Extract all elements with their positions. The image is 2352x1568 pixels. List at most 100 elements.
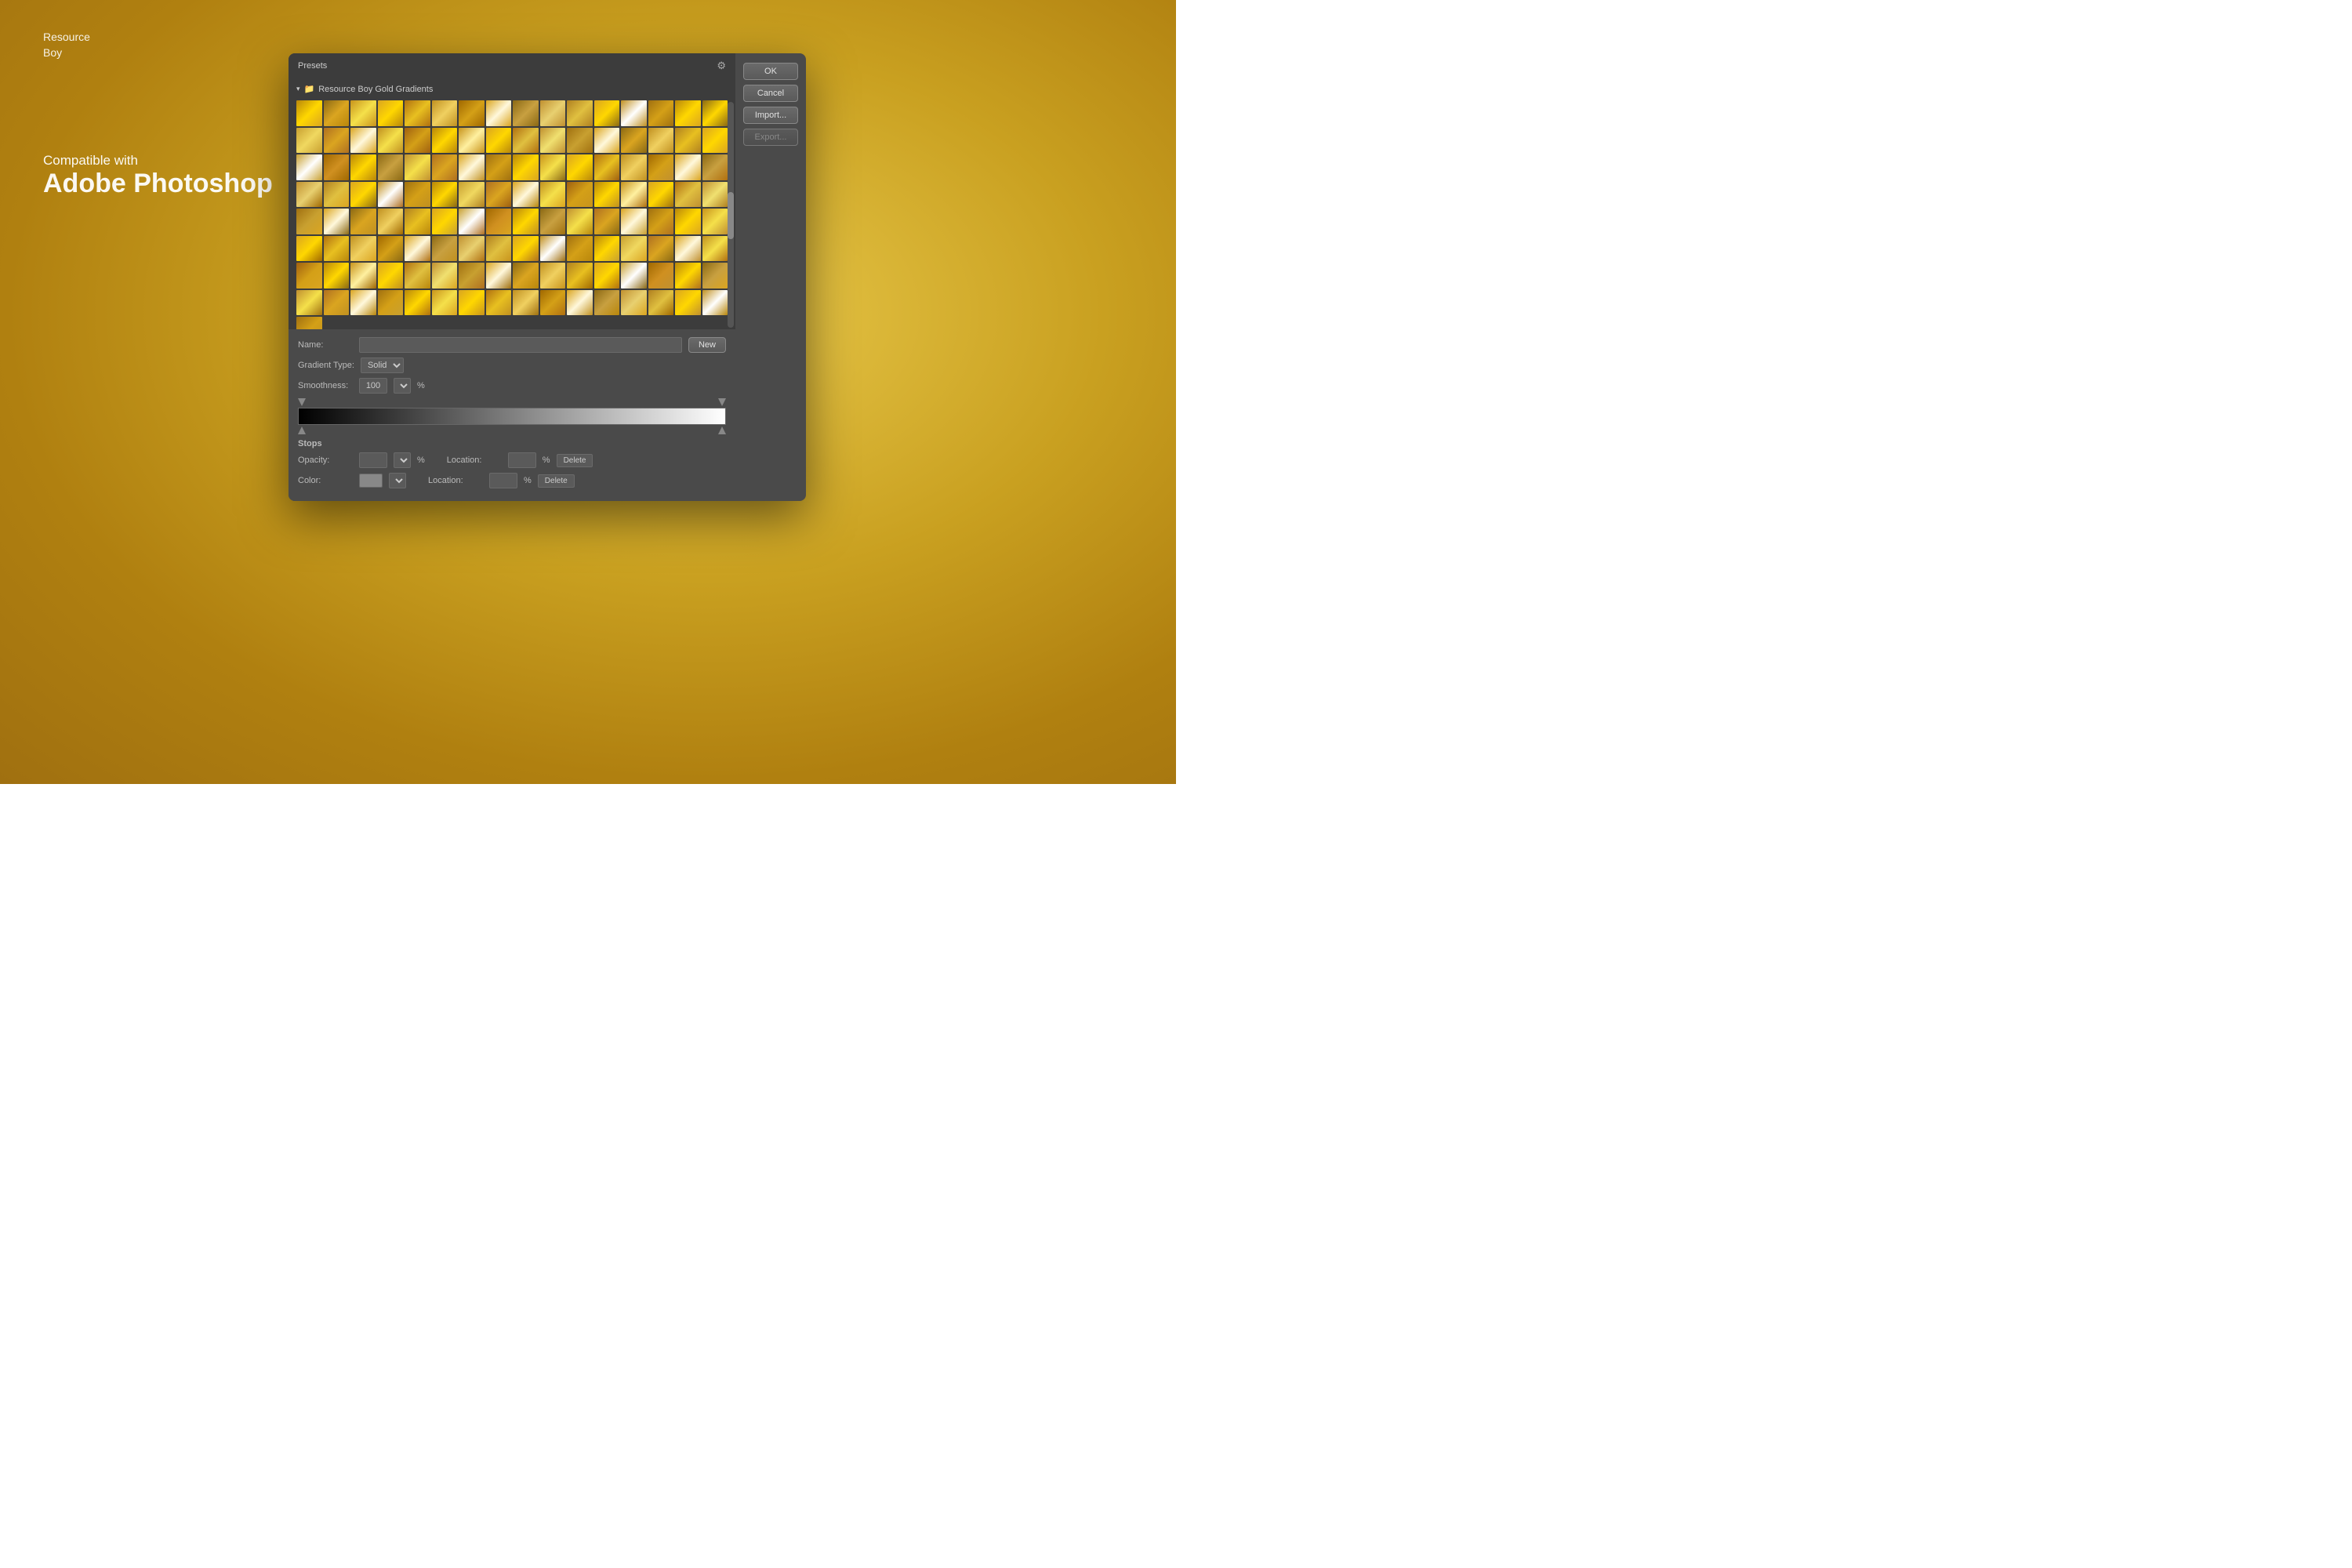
delete-opacity-button[interactable]: Delete — [557, 454, 593, 467]
gradient-swatch[interactable] — [621, 182, 647, 208]
opacity-handle-right[interactable] — [718, 398, 726, 406]
gradient-swatch[interactable] — [486, 100, 512, 126]
gradient-swatch[interactable] — [648, 290, 674, 316]
gradient-swatch[interactable] — [540, 182, 566, 208]
gradient-swatch[interactable] — [621, 128, 647, 154]
gradient-swatch[interactable] — [486, 182, 512, 208]
cancel-button[interactable]: Cancel — [743, 85, 798, 102]
gradient-swatch[interactable] — [378, 154, 404, 180]
gradient-swatch[interactable] — [378, 209, 404, 234]
gradient-swatch[interactable] — [350, 263, 376, 289]
gradient-swatch[interactable] — [432, 290, 458, 316]
gradient-swatch[interactable] — [296, 317, 322, 329]
gradient-swatch[interactable] — [432, 182, 458, 208]
name-input[interactable] — [359, 337, 682, 353]
gradient-swatch[interactable] — [594, 100, 620, 126]
opacity-handle-left[interactable] — [298, 398, 306, 406]
gradient-swatch[interactable] — [594, 128, 620, 154]
gradient-swatch[interactable] — [567, 263, 593, 289]
gradient-swatch[interactable] — [405, 263, 430, 289]
gradient-swatch[interactable] — [594, 236, 620, 262]
gradient-swatch[interactable] — [432, 263, 458, 289]
gradient-swatch[interactable] — [648, 236, 674, 262]
scrollbar[interactable] — [728, 102, 734, 328]
gradient-swatch[interactable] — [432, 209, 458, 234]
gradient-swatch[interactable] — [648, 100, 674, 126]
gradient-swatch[interactable] — [675, 182, 701, 208]
gradient-swatch[interactable] — [405, 154, 430, 180]
gradient-swatch[interactable] — [459, 100, 485, 126]
gradient-swatch[interactable] — [296, 263, 322, 289]
gradient-swatch[interactable] — [405, 290, 430, 316]
gradient-swatch[interactable] — [432, 100, 458, 126]
gradient-swatch[interactable] — [675, 236, 701, 262]
gradient-swatch[interactable] — [324, 100, 350, 126]
location-input-color[interactable] — [489, 473, 517, 488]
gradient-swatch[interactable] — [513, 100, 539, 126]
gradient-swatch[interactable] — [675, 263, 701, 289]
gradient-swatch[interactable] — [621, 236, 647, 262]
gradient-swatch[interactable] — [675, 209, 701, 234]
gradient-swatch[interactable] — [567, 209, 593, 234]
gradient-swatch[interactable] — [540, 290, 566, 316]
gradient-swatch[interactable] — [513, 128, 539, 154]
gradient-swatch[interactable] — [324, 263, 350, 289]
gradient-swatch[interactable] — [486, 128, 512, 154]
gradient-swatch[interactable] — [378, 182, 404, 208]
gradient-swatch[interactable] — [296, 182, 322, 208]
gradient-swatch[interactable] — [513, 154, 539, 180]
gradient-swatch[interactable] — [702, 128, 728, 154]
color-swatch[interactable] — [359, 474, 383, 488]
gradient-swatch[interactable] — [594, 290, 620, 316]
gradient-swatch[interactable] — [702, 263, 728, 289]
gradient-swatch[interactable] — [459, 290, 485, 316]
gradient-swatch[interactable] — [350, 209, 376, 234]
new-button[interactable]: New — [688, 337, 726, 353]
gradient-swatch[interactable] — [648, 128, 674, 154]
gradient-swatch[interactable] — [567, 154, 593, 180]
gear-icon[interactable]: ⚙ — [717, 60, 726, 72]
gradient-swatch[interactable] — [594, 154, 620, 180]
gradient-swatch[interactable] — [459, 236, 485, 262]
gradient-swatch[interactable] — [486, 263, 512, 289]
gradient-swatch[interactable] — [621, 154, 647, 180]
gradient-swatch[interactable] — [324, 182, 350, 208]
gradient-swatch[interactable] — [296, 236, 322, 262]
gradient-swatch[interactable] — [702, 236, 728, 262]
gradient-swatch[interactable] — [296, 128, 322, 154]
gradient-swatch[interactable] — [675, 290, 701, 316]
gradient-swatch[interactable] — [675, 128, 701, 154]
gradient-swatch[interactable] — [350, 182, 376, 208]
gradient-swatch[interactable] — [702, 182, 728, 208]
gradient-swatch[interactable] — [567, 100, 593, 126]
scrollbar-thumb[interactable] — [728, 192, 734, 239]
gradient-swatch[interactable] — [459, 128, 485, 154]
gradient-swatch[interactable] — [296, 290, 322, 316]
gradient-swatch[interactable] — [648, 209, 674, 234]
gradient-swatch[interactable] — [324, 128, 350, 154]
gradient-swatch[interactable] — [378, 128, 404, 154]
gradient-type-select[interactable]: Solid — [361, 358, 404, 373]
gradient-swatch[interactable] — [621, 100, 647, 126]
opacity-dropdown[interactable]: ↓ — [394, 452, 411, 468]
gradient-swatch[interactable] — [432, 128, 458, 154]
gradient-swatch[interactable] — [459, 182, 485, 208]
location-input-opacity[interactable] — [508, 452, 536, 468]
gradient-swatch[interactable] — [350, 236, 376, 262]
gradient-swatch[interactable] — [513, 209, 539, 234]
gradient-swatch[interactable] — [567, 290, 593, 316]
gradient-swatch[interactable] — [378, 263, 404, 289]
gradient-swatch[interactable] — [296, 209, 322, 234]
gradient-swatch[interactable] — [540, 209, 566, 234]
color-handle-left[interactable] — [298, 426, 306, 434]
color-handle-right[interactable] — [718, 426, 726, 434]
gradient-swatch[interactable] — [459, 209, 485, 234]
gradient-swatch[interactable] — [675, 154, 701, 180]
gradient-swatch[interactable] — [513, 290, 539, 316]
gradient-swatch[interactable] — [567, 182, 593, 208]
gradient-swatch[interactable] — [350, 290, 376, 316]
gradient-swatch[interactable] — [621, 209, 647, 234]
color-dropdown[interactable]: ↓ — [389, 473, 406, 488]
gradient-swatch[interactable] — [324, 209, 350, 234]
gradient-swatch[interactable] — [405, 209, 430, 234]
